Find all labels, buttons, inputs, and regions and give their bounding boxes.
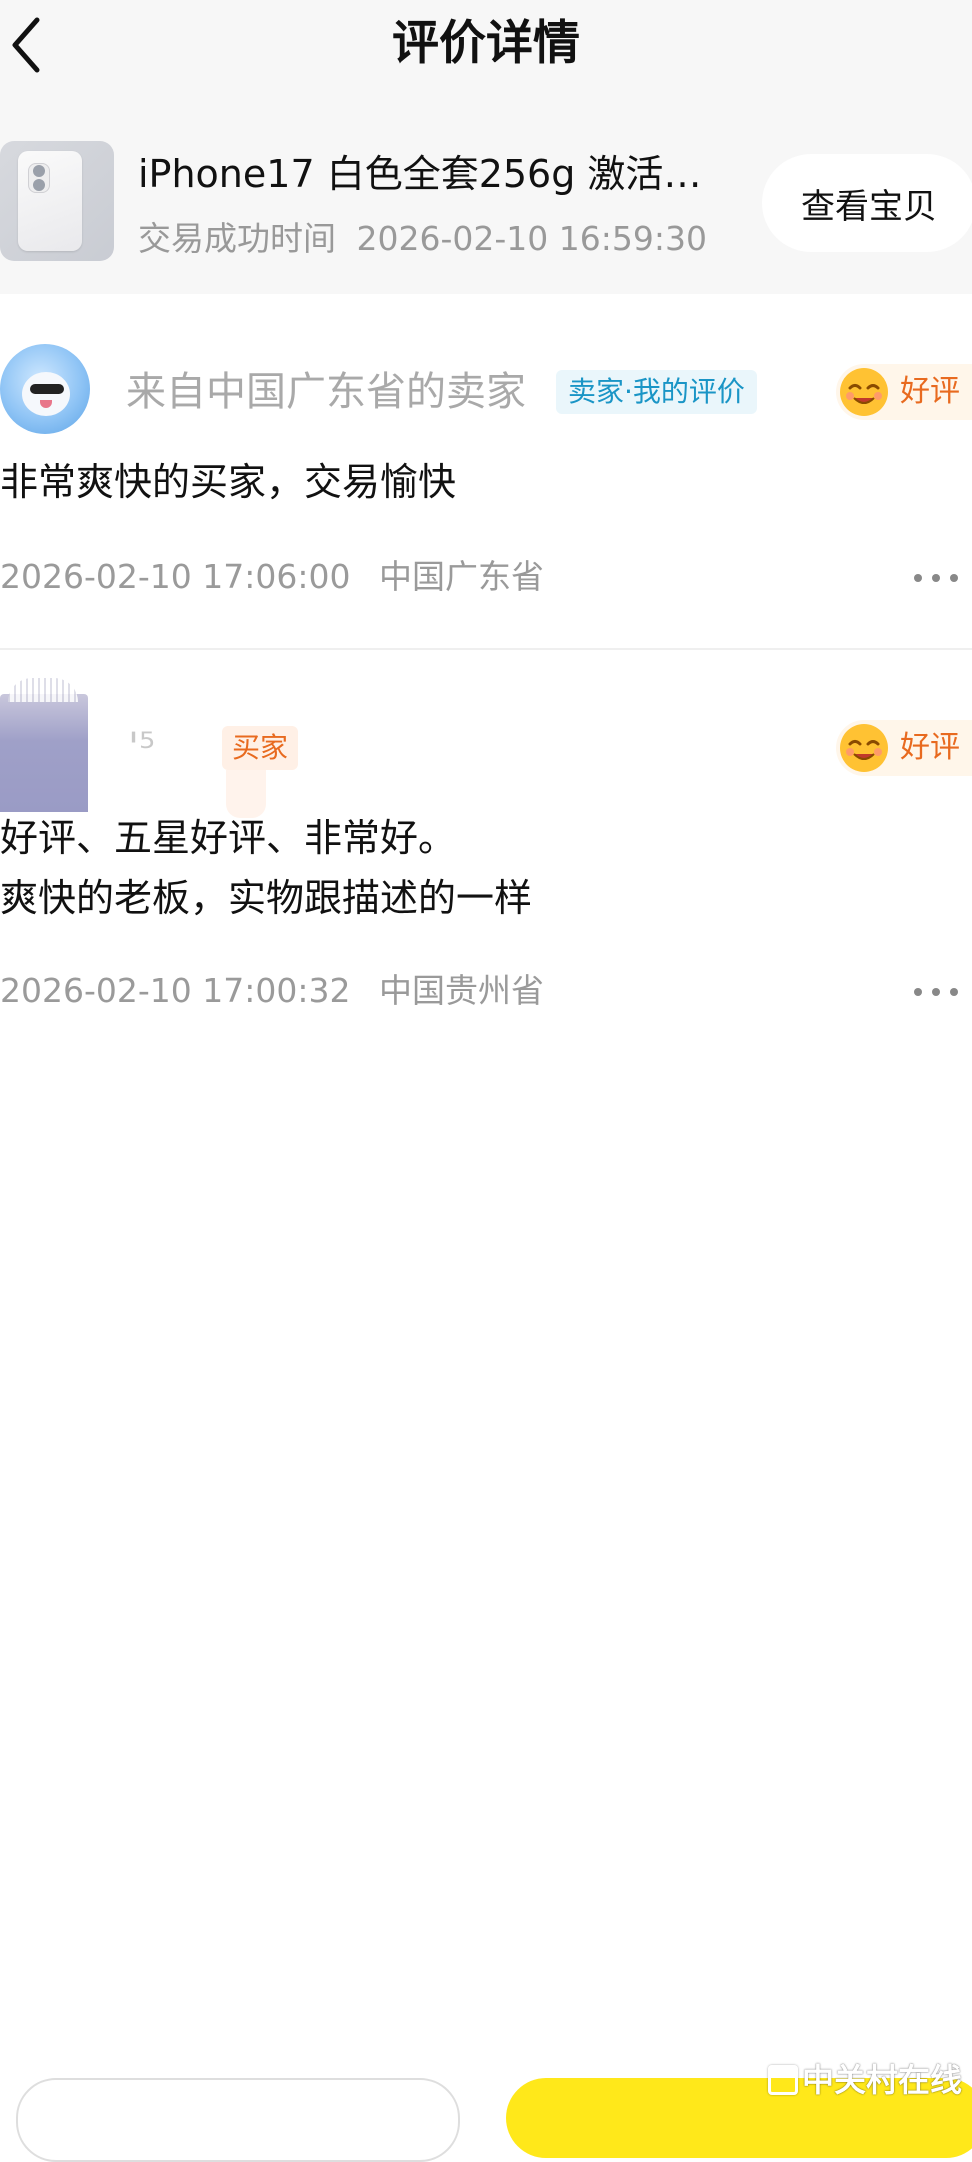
more-options-button[interactable] (914, 982, 958, 1002)
dot-icon (950, 988, 958, 996)
rating-badge: 好评 (836, 364, 972, 420)
dot-icon (932, 574, 940, 582)
review-time: 2026-02-10 17:00:32 (0, 971, 351, 1010)
phone-image (18, 151, 82, 251)
trade-time-value: 2026-02-10 16:59:30 (356, 219, 707, 258)
review-item: '⁵ 买家 好评 好评、五星好评、非常好。 爽快的老板，实物跟描述的一样 202… (0, 650, 972, 1050)
dot-icon (914, 574, 922, 582)
review-meta: 2026-02-10 17:00:32 中国贵州省 (0, 966, 544, 1016)
bottom-secondary-button[interactable] (16, 2078, 460, 2162)
reviewer-name: 来自中国广东省的卖家 (126, 369, 526, 415)
page-title: 评价详情 (392, 16, 580, 71)
header: 评价详情 iPhone17 白色全套256g 激活未使用 交易成功时间 2026… (0, 0, 972, 294)
rating-badge: 好评 (836, 720, 972, 776)
watermark: 中关村在线 (767, 2058, 962, 2102)
role-tag: 买家 (222, 726, 299, 770)
dot-icon (932, 988, 940, 996)
reviewer-name: '⁵ (128, 725, 156, 771)
review-content: 非常爽快的买家，交易愉快 (0, 452, 456, 512)
product-name[interactable]: iPhone17 白色全套256g 激活未使用 (138, 146, 733, 202)
watermark-text: 中关村在线 (801, 2061, 962, 2099)
rating-label: 好评 (900, 730, 960, 765)
review-item: 来自中国广东省的卖家 卖家·我的评价 好评 非常爽快的买家，交易愉快 2026-… (0, 294, 972, 650)
trade-time-row: 交易成功时间 2026-02-10 16:59:30 (138, 214, 707, 264)
dot-icon (950, 574, 958, 582)
avatar[interactable] (0, 344, 90, 434)
rating-label: 好评 (900, 374, 960, 409)
dot-icon (914, 988, 922, 996)
camera-icon (28, 163, 50, 193)
trade-time-label: 交易成功时间 (138, 219, 336, 258)
watermark-logo-icon (767, 2065, 798, 2095)
review-meta: 2026-02-10 17:06:00 中国广东省 (0, 552, 544, 602)
review-location: 中国贵州省 (378, 971, 544, 1010)
smile-icon (840, 368, 888, 416)
review-time: 2026-02-10 17:06:00 (0, 557, 351, 596)
review-content-line: 爽快的老板，实物跟描述的一样 (0, 876, 533, 920)
smile-icon (840, 724, 888, 772)
review-content-line: 非常爽快的买家，交易愉快 (0, 460, 457, 504)
avatar-face (22, 372, 70, 416)
view-item-button[interactable]: 查看宝贝 (762, 154, 972, 252)
review-content-line: 好评、五星好评、非常好。 (0, 816, 457, 860)
more-options-button[interactable] (914, 568, 958, 588)
review-content: 好评、五星好评、非常好。 爽快的老板，实物跟描述的一样 (0, 808, 532, 928)
review-location: 中国广东省 (378, 557, 544, 596)
avatar-hair (8, 678, 78, 702)
role-tag: 卖家·我的评价 (556, 370, 757, 414)
sunglasses-icon (30, 384, 64, 394)
avatar[interactable] (0, 694, 88, 812)
product-thumbnail[interactable] (0, 141, 114, 261)
